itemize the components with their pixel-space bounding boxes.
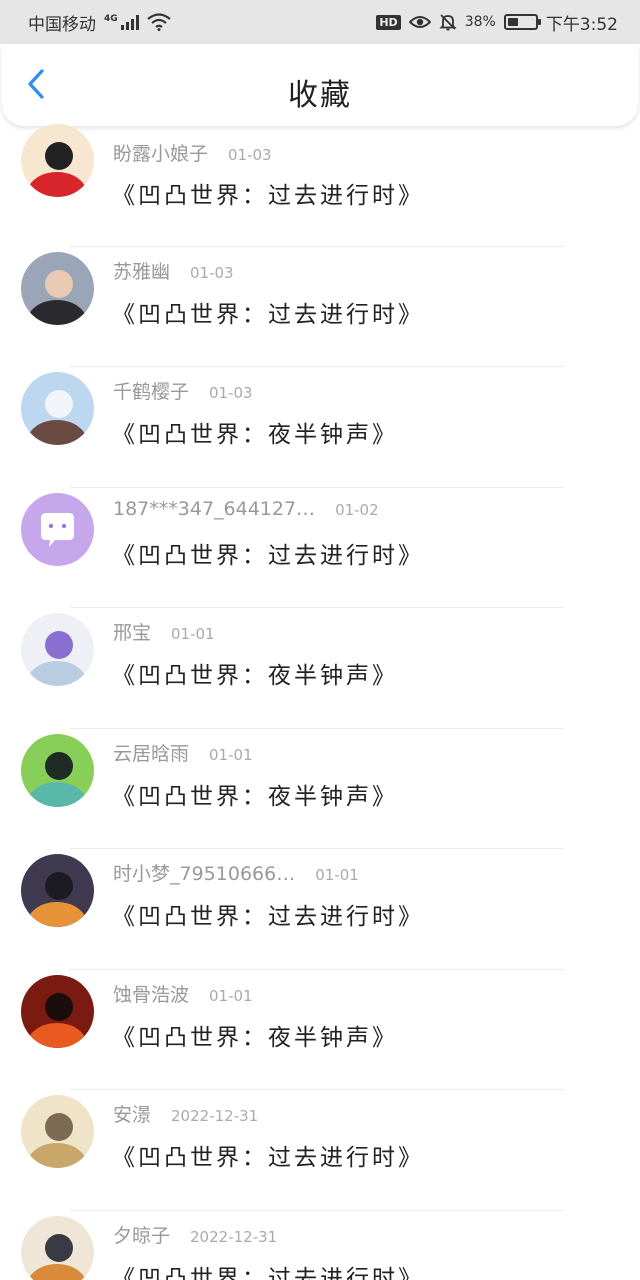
item-meta: 时小梦_79510666… 01-01 (113, 859, 359, 886)
date-label: 01-01 (209, 986, 253, 1005)
item-meta: 邢宝 01-01 (113, 618, 215, 645)
username[interactable]: 云居晗雨 (113, 739, 189, 766)
hd-badge: HD (376, 14, 401, 30)
user-avatar[interactable] (21, 492, 94, 566)
book-title[interactable]: 《凹凸世界：夜半钟声》 (112, 1018, 398, 1052)
user-avatar[interactable] (21, 854, 94, 927)
item-meta: 夕晾子 2022-12-31 (113, 1221, 277, 1248)
status-right: HD 38% 下午3:52 (376, 10, 618, 35)
user-avatar[interactable] (21, 251, 94, 325)
status-left: 中国移动 4G (28, 10, 171, 35)
username[interactable]: 千鹤樱子 (113, 377, 189, 404)
username[interactable]: 187***347_644127… (113, 498, 315, 520)
network-type-label: 4G (104, 14, 118, 24)
book-title[interactable]: 《凹凸世界：过去进行时》 (112, 1138, 424, 1172)
date-label: 01-02 (335, 500, 379, 519)
book-title[interactable]: 《凹凸世界：夜半钟声》 (112, 415, 398, 449)
user-avatar[interactable] (21, 124, 94, 197)
date-label: 01-01 (209, 745, 253, 764)
user-avatar[interactable] (21, 974, 94, 1048)
username[interactable]: 邢宝 (113, 618, 151, 645)
user-avatar[interactable] (21, 613, 94, 686)
book-title[interactable]: 《凹凸世界：过去进行时》 (112, 897, 424, 931)
book-title[interactable]: 《凹凸世界：过去进行时》 (112, 295, 424, 329)
date-label: 01-03 (190, 263, 234, 282)
date-label: 01-03 (228, 146, 272, 164)
favorite-item[interactable]: 时小梦_79510666… 01-01 《凹凸世界：过去进行时》 (0, 849, 640, 970)
user-avatar[interactable] (21, 1215, 94, 1280)
date-label: 2022-12-31 (171, 1107, 259, 1125)
book-title[interactable]: 《凹凸世界：夜半钟声》 (112, 777, 398, 811)
item-meta: 安澋 2022-12-31 (113, 1100, 258, 1127)
date-label: 01-03 (209, 384, 253, 402)
item-meta: 187***347_644127… 01-02 (113, 498, 379, 520)
chevron-left-icon (28, 69, 44, 99)
favorite-item[interactable]: 安澋 2022-12-31 《凹凸世界：过去进行时》 (0, 1090, 640, 1211)
battery-icon (503, 14, 541, 30)
item-meta: 蚀骨浩波 01-01 (113, 980, 253, 1007)
item-meta: 千鹤樱子 01-03 (113, 377, 253, 404)
back-button[interactable] (16, 62, 56, 106)
username[interactable]: 苏雅幽 (113, 257, 170, 284)
date-label: 01-01 (171, 625, 215, 643)
battery-percent: 38% (464, 14, 496, 30)
favorite-item[interactable]: 云居晗雨 01-01 《凹凸世界：夜半钟声》 (0, 729, 640, 850)
wifi-icon (146, 13, 171, 31)
username[interactable]: 时小梦_79510666… (113, 859, 295, 886)
favorite-item[interactable]: 邢宝 01-01 《凹凸世界：夜半钟声》 (0, 608, 640, 729)
clock: 下午3:52 (545, 14, 618, 35)
eye-icon (408, 16, 431, 28)
book-title[interactable]: 《凹凸世界：过去进行时》 (112, 536, 424, 570)
bell-off-icon (439, 14, 457, 31)
favorite-item[interactable]: 苏雅幽 01-03 《凹凸世界：过去进行时》 (0, 247, 640, 368)
nav-header: 收藏 (2, 44, 638, 126)
page-title: 收藏 (288, 78, 352, 113)
book-title[interactable]: 《凹凸世界：夜半钟声》 (112, 656, 398, 690)
username[interactable]: 夕晾子 (113, 1221, 170, 1248)
item-meta: 盼露小娘子 01-03 (113, 139, 272, 166)
date-label: 01-01 (315, 866, 359, 884)
username[interactable]: 蚀骨浩波 (113, 980, 189, 1007)
book-title[interactable]: 《凹凸世界：过去进行时》 (112, 176, 424, 210)
user-avatar[interactable] (21, 1095, 94, 1168)
username[interactable]: 安澋 (113, 1100, 151, 1127)
date-label: 2022-12-31 (190, 1227, 278, 1246)
favorite-item[interactable]: 187***347_644127… 01-02 《凹凸世界：过去进行时》 (0, 488, 640, 609)
carrier-label: 中国移动 (28, 14, 96, 35)
user-avatar[interactable] (21, 372, 94, 445)
item-meta: 苏雅幽 01-03 (113, 257, 234, 284)
favorite-item[interactable]: 盼露小娘子 01-03 《凹凸世界：过去进行时》 (0, 124, 640, 247)
status-bar: 中国移动 4G HD 38% 下午3:52 (0, 0, 640, 44)
item-meta: 云居晗雨 01-01 (113, 739, 253, 766)
favorite-item[interactable]: 夕晾子 2022-12-31 《凹凸世界：过去进行时》 (0, 1211, 640, 1280)
user-avatar[interactable] (21, 733, 94, 807)
username[interactable]: 盼露小娘子 (113, 139, 208, 166)
favorite-item[interactable]: 蚀骨浩波 01-01 《凹凸世界：夜半钟声》 (0, 970, 640, 1091)
favorite-item[interactable]: 千鹤樱子 01-03 《凹凸世界：夜半钟声》 (0, 367, 640, 488)
signal-icon: 4G (104, 14, 139, 30)
favorites-list: 盼露小娘子 01-03 《凹凸世界：过去进行时》 苏雅幽 01-03 《凹凸世界：过去进行… (0, 124, 640, 1280)
book-title[interactable]: 《凹凸世界：过去进行时》 (112, 1259, 424, 1280)
